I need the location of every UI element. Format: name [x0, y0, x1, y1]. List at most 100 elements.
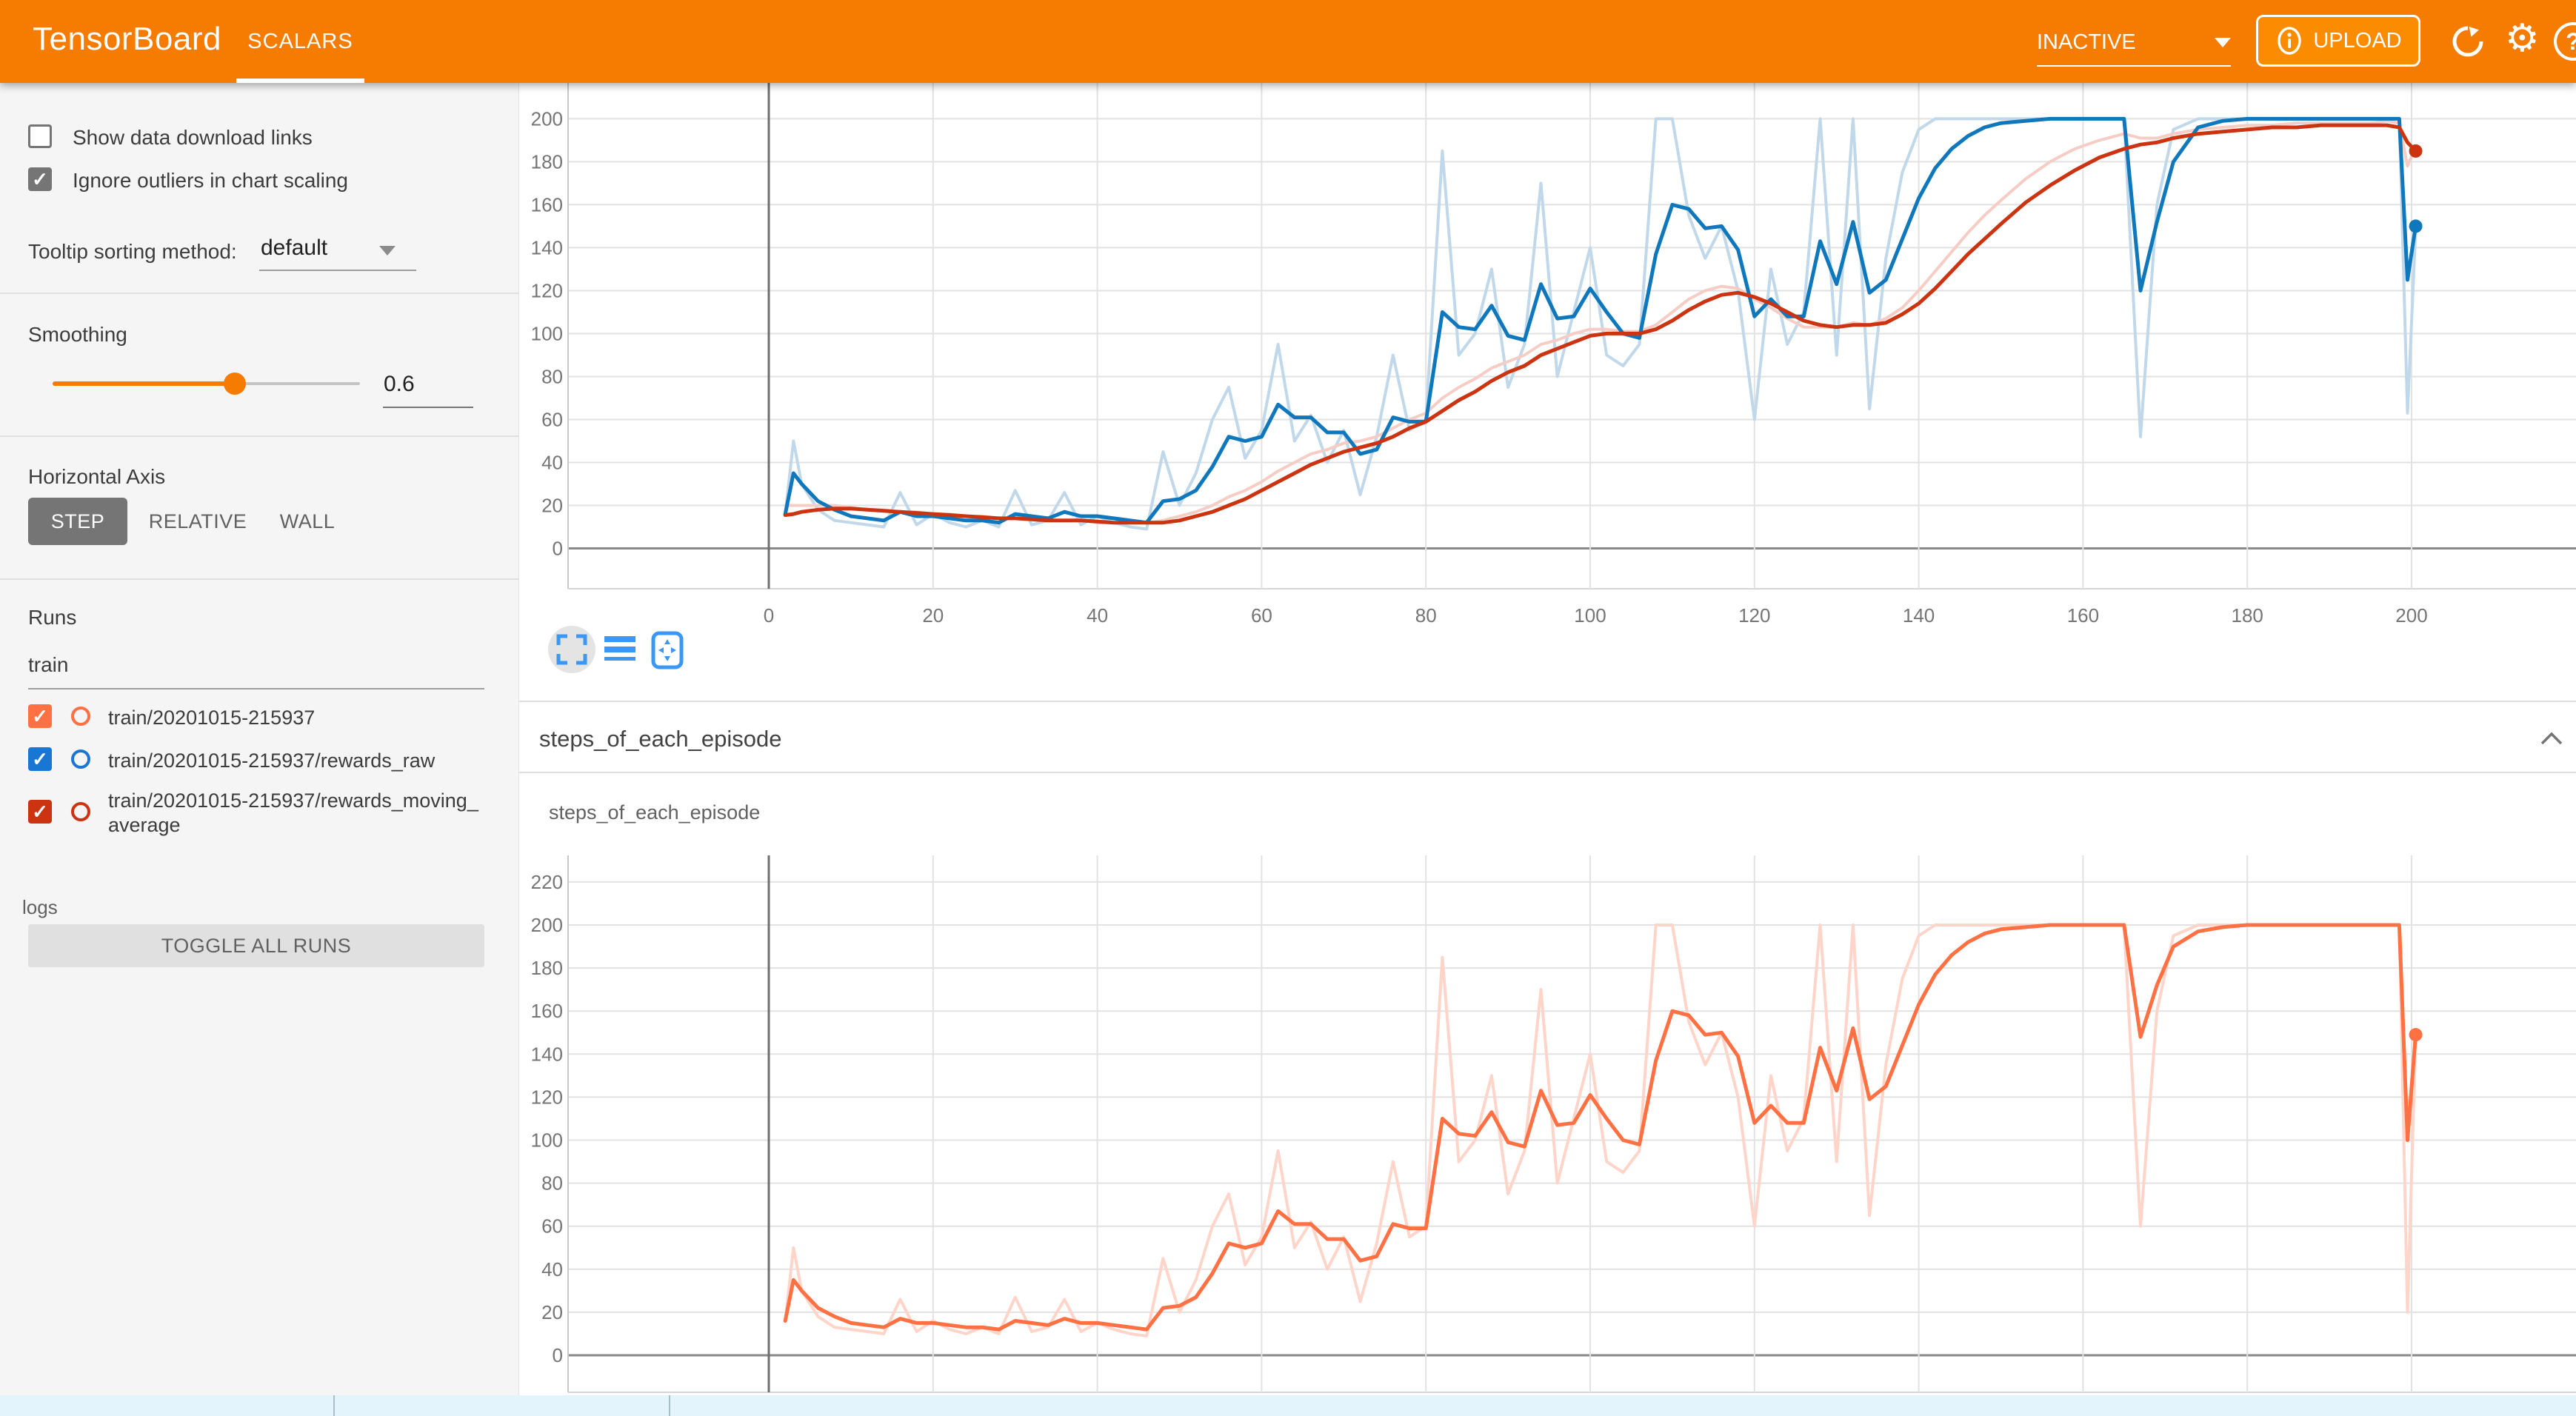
app-title: TensorBoard	[33, 21, 221, 58]
axis-button-wall[interactable]: WALL	[268, 498, 347, 545]
ignore-outliers-checkbox[interactable]	[28, 167, 52, 191]
help-glyph: ?	[2566, 28, 2576, 56]
y-tick-label: 200	[531, 914, 563, 936]
runs-label: Runs	[28, 606, 76, 629]
gear-icon[interactable]: ⚙	[2505, 19, 2543, 58]
y-tick-label: 220	[531, 871, 563, 893]
tooltip-sorting-label: Tooltip sorting method:	[28, 240, 237, 264]
y-tick-label: 80	[541, 1172, 563, 1195]
chevron-down-icon	[2215, 38, 2231, 47]
x-tick-label: 80	[1415, 604, 1437, 627]
y-tick-label: 120	[531, 1086, 563, 1108]
divider	[518, 701, 2576, 702]
data-series-list-icon[interactable]	[603, 633, 637, 666]
x-tick-label: 200	[2395, 604, 2427, 627]
y-tick-label: 120	[531, 279, 563, 301]
expand-card-icon[interactable]	[555, 633, 588, 666]
show-download-links-label: Show data download links	[73, 126, 313, 150]
show-download-links-checkbox[interactable]	[28, 124, 52, 148]
x-tick-label: 180	[2232, 604, 2263, 627]
series-end-dot	[2409, 1028, 2423, 1041]
divider	[0, 578, 518, 580]
series-end-dot	[2409, 144, 2423, 158]
experiment-status-label: INACTIVE	[2037, 30, 2215, 55]
collapse-section-icon[interactable]	[2540, 732, 2563, 745]
run-label-2: train/20201015-215937/rewards_moving_ave…	[108, 789, 487, 838]
ignore-outliers-label: Ignore outliers in chart scaling	[73, 169, 348, 193]
run-label-1: train/20201015-215937/rewards_raw	[108, 749, 435, 773]
divider	[518, 772, 2576, 773]
upload-button[interactable]: UPLOAD	[2256, 15, 2420, 67]
run-label-0: train/20201015-215937	[108, 706, 315, 730]
series-end-dot	[2409, 219, 2423, 233]
rewards-chart[interactable]: 0204060801001201401601802000204060801001…	[518, 83, 2576, 701]
upload-label: UPLOAD	[2313, 29, 2401, 53]
divider	[0, 293, 518, 294]
tab-active-underline	[236, 79, 364, 83]
tooltip-sorting-underline	[259, 270, 416, 271]
smoothing-label: Smoothing	[28, 323, 127, 347]
chart-toolbar	[545, 626, 708, 675]
info-icon	[2275, 26, 2304, 56]
chart-card-title: steps_of_each_episode	[549, 801, 760, 824]
y-tick-label: 40	[541, 451, 563, 473]
smoothing-slider-track[interactable]	[235, 382, 360, 385]
horizontal-scrollbar[interactable]	[0, 1395, 2576, 1416]
runs-group-logs: logs	[22, 896, 58, 919]
chevron-down-icon	[379, 246, 396, 256]
settings-sidebar: Show data download links Ignore outliers…	[0, 83, 519, 1395]
runs-filter-input[interactable]: train	[28, 653, 68, 677]
scrollbar-thumb[interactable]	[333, 1395, 670, 1416]
fit-domain-icon[interactable]	[650, 630, 684, 670]
tooltip-sorting-select[interactable]: default	[261, 236, 327, 261]
y-tick-label: 100	[531, 1129, 563, 1152]
y-tick-label: 60	[541, 1215, 563, 1238]
refresh-icon[interactable]	[2449, 22, 2487, 61]
app-header: TensorBoard SCALARS INACTIVE UPLOAD ⚙ ?	[0, 0, 2576, 83]
run-checkbox-1[interactable]	[28, 747, 52, 771]
series-line	[785, 925, 2415, 1336]
y-tick-label: 40	[541, 1258, 563, 1280]
x-tick-label: 60	[1251, 604, 1272, 627]
divider	[0, 435, 518, 437]
axis-button-step[interactable]: STEP	[28, 498, 127, 545]
x-tick-label: 20	[922, 604, 944, 627]
toggle-all-runs-button[interactable]: TOGGLE ALL RUNS	[28, 924, 484, 967]
x-tick-label: 140	[1903, 604, 1935, 627]
series-group	[785, 118, 2415, 529]
y-tick-label: 200	[531, 107, 563, 130]
x-tick-label: 160	[2067, 604, 2099, 627]
help-icon[interactable]: ?	[2554, 22, 2576, 61]
y-tick-label: 0	[553, 1344, 563, 1366]
y-tick-label: 60	[541, 408, 563, 430]
tab-scalars[interactable]: SCALARS	[236, 0, 364, 83]
y-tick-label: 140	[531, 1043, 563, 1065]
y-tick-label: 20	[541, 494, 563, 516]
section-title[interactable]: steps_of_each_episode	[539, 726, 781, 752]
smoothing-value-input[interactable]: 0.6	[384, 372, 415, 397]
x-tick-label: 40	[1087, 604, 1108, 627]
x-tick-label: 120	[1738, 604, 1770, 627]
y-tick-label: 20	[541, 1301, 563, 1323]
run-checkbox-0[interactable]	[28, 704, 52, 728]
smoothing-slider-active-track[interactable]	[53, 381, 235, 386]
horizontal-axis-label: Horizontal Axis	[28, 465, 165, 489]
series-group	[785, 925, 2415, 1336]
run-radio-0[interactable]	[71, 707, 90, 726]
run-radio-1[interactable]	[71, 749, 90, 769]
smoothing-slider-thumb[interactable]	[224, 373, 246, 395]
y-tick-label: 80	[541, 365, 563, 387]
y-tick-label: 0	[553, 538, 563, 560]
run-checkbox-2[interactable]	[28, 800, 52, 824]
y-tick-label: 180	[531, 150, 563, 173]
y-tick-label: 180	[531, 957, 563, 979]
axis-button-relative[interactable]: RELATIVE	[145, 498, 250, 545]
run-radio-2[interactable]	[71, 802, 90, 821]
x-tick-label: 0	[764, 604, 774, 627]
series-line	[785, 118, 2415, 529]
y-tick-label: 160	[531, 1000, 563, 1022]
experiment-status-dropdown[interactable]: INACTIVE	[2037, 19, 2231, 67]
y-tick-label: 140	[531, 236, 563, 258]
y-tick-label: 160	[531, 193, 563, 216]
steps-chart[interactable]: 0 20 40 60 80 100 120 140 160 180 200 220	[518, 785, 2576, 1395]
